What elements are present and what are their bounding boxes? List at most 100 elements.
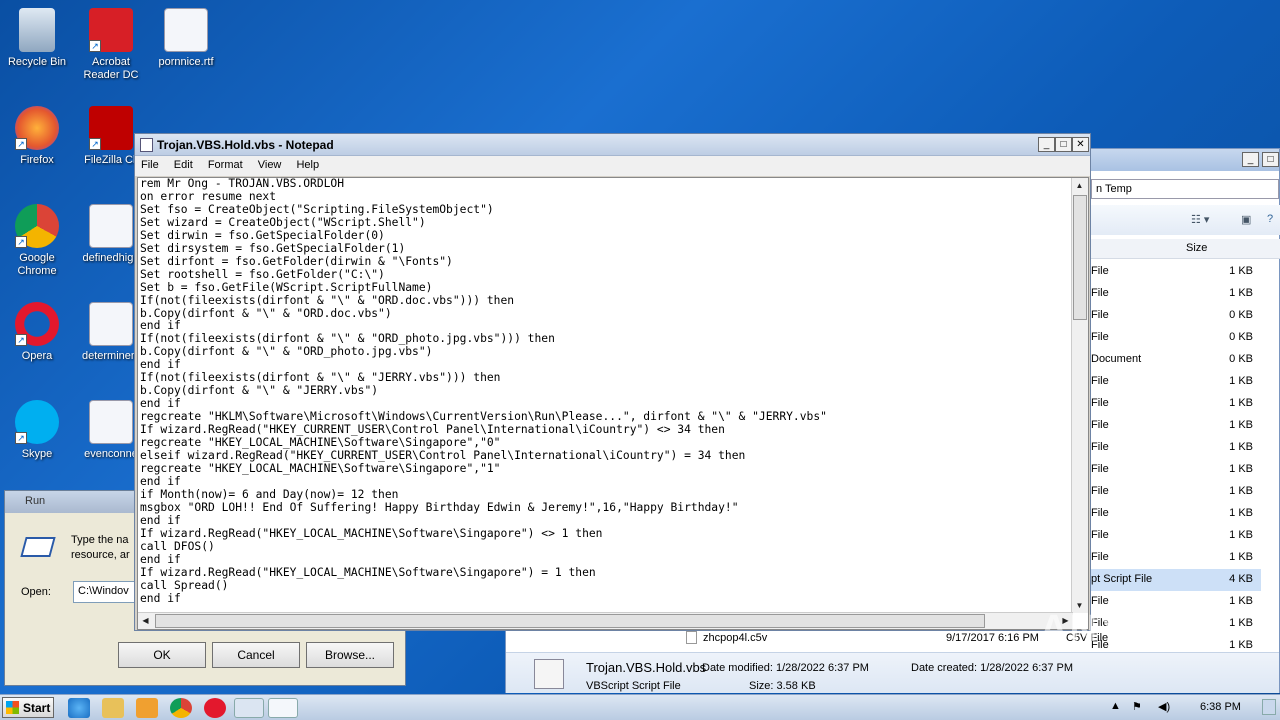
row-size: 1 KB bbox=[1229, 507, 1253, 519]
row-size: 1 KB bbox=[1229, 287, 1253, 299]
row-size: 1 KB bbox=[1229, 485, 1253, 497]
menu-file[interactable]: File bbox=[141, 159, 159, 171]
script-content: rem Mr Ong - TROJAN.VBS.ORDLOH on error … bbox=[140, 177, 827, 605]
details-name: Trojan.VBS.Hold.vbs bbox=[586, 660, 707, 675]
chrome-icon: ↗ bbox=[15, 204, 59, 248]
minimize-button[interactable]: _ bbox=[1242, 152, 1259, 167]
row-type: File bbox=[1091, 529, 1109, 541]
menu-view[interactable]: View bbox=[258, 159, 282, 171]
maximize-button[interactable]: □ bbox=[1055, 137, 1072, 152]
opera-icon: ↗ bbox=[15, 302, 59, 346]
explorer-row[interactable]: File 1 KB bbox=[1091, 415, 1261, 437]
tray-show-hidden-icon[interactable]: ▲ bbox=[1110, 700, 1121, 712]
vertical-scrollbar[interactable]: ▲ ▼ bbox=[1071, 178, 1088, 613]
scroll-left-arrow-icon[interactable]: ◀ bbox=[138, 613, 153, 628]
row-size: 4 KB bbox=[1229, 573, 1253, 585]
horizontal-scrollbar[interactable]: ◀ ▶ bbox=[138, 612, 1073, 629]
ie-icon[interactable] bbox=[68, 698, 90, 718]
explorer-row[interactable]: File 1 KB bbox=[1091, 503, 1261, 525]
explorer-row[interactable]: File 1 KB bbox=[1091, 437, 1261, 459]
explorer-row[interactable]: File 1 KB bbox=[1091, 261, 1261, 283]
desktop-icon-chrome[interactable]: ↗ Google Chrome bbox=[0, 204, 74, 278]
row-type: File bbox=[1091, 397, 1109, 409]
explorer-row[interactable]: File 1 KB bbox=[1091, 525, 1261, 547]
notepad-title: Trojan.VBS.Hold.vbs - Notepad bbox=[157, 138, 334, 152]
details-size: Size: 3.58 KB bbox=[749, 680, 816, 692]
file-date: 9/17/2017 6:16 PM bbox=[946, 632, 1039, 644]
row-size: 1 KB bbox=[1229, 397, 1253, 409]
explorer-row[interactable]: File 1 KB bbox=[1091, 481, 1261, 503]
row-size: 1 KB bbox=[1229, 441, 1253, 453]
shortcut-arrow-icon: ↗ bbox=[15, 334, 27, 346]
open-label: Open: bbox=[21, 586, 51, 598]
close-button[interactable]: ✕ bbox=[1072, 137, 1089, 152]
explorer-row[interactable]: pt Script File 4 KB bbox=[1091, 569, 1261, 591]
explorer-row[interactable]: File 1 KB bbox=[1091, 371, 1261, 393]
media-player-icon[interactable] bbox=[136, 698, 158, 718]
row-size: 0 KB bbox=[1229, 309, 1253, 321]
network-icon[interactable]: ⚑ bbox=[1132, 700, 1142, 713]
explorer-row[interactable]: File 0 KB bbox=[1091, 305, 1261, 327]
file-icon bbox=[686, 631, 697, 644]
menu-format[interactable]: Format bbox=[208, 159, 243, 171]
word-document-icon bbox=[164, 8, 208, 52]
explorer-row[interactable]: File 1 KB bbox=[1091, 283, 1261, 305]
skype-icon: ↗ bbox=[15, 400, 59, 444]
preview-pane-icon[interactable]: ▣ bbox=[1241, 213, 1251, 226]
row-type: File bbox=[1091, 551, 1109, 563]
explorer-row[interactable]: File 0 KB bbox=[1091, 327, 1261, 349]
desktop-icon-skype[interactable]: ↗ Skype bbox=[0, 400, 74, 461]
explorer-row[interactable]: Document 0 KB bbox=[1091, 349, 1261, 371]
column-size[interactable]: Size bbox=[1186, 242, 1207, 254]
desktop-icon-pornnice[interactable]: pornnice.rtf bbox=[149, 8, 223, 69]
horizontal-scroll-thumb[interactable] bbox=[155, 614, 985, 628]
row-type: File bbox=[1091, 441, 1109, 453]
notepad-text-area[interactable]: rem Mr Ong - TROJAN.VBS.ORDLOH on error … bbox=[137, 177, 1089, 630]
volume-icon[interactable]: ◀) bbox=[1158, 700, 1170, 713]
view-options-icon[interactable]: ☷ ▾ bbox=[1191, 213, 1209, 226]
word-document-icon bbox=[89, 204, 133, 248]
row-size: 1 KB bbox=[1229, 595, 1253, 607]
row-size: 0 KB bbox=[1229, 353, 1253, 365]
maximize-button[interactable]: □ bbox=[1262, 152, 1279, 167]
explorer-address-bar[interactable]: n Temp bbox=[1091, 179, 1279, 199]
explorer-row[interactable]: File 1 KB bbox=[1091, 393, 1261, 415]
menu-edit[interactable]: Edit bbox=[174, 159, 193, 171]
run-taskbar-icon[interactable] bbox=[234, 698, 264, 718]
start-button[interactable]: Start bbox=[2, 697, 54, 718]
vertical-scroll-thumb[interactable] bbox=[1073, 195, 1087, 320]
desktop-icon-acrobat[interactable]: ↗ Acrobat Reader DC bbox=[74, 8, 148, 82]
word-document-icon bbox=[89, 302, 133, 346]
desktop-icon-label: Google Chrome bbox=[17, 252, 57, 277]
desktop-icon-opera[interactable]: ↗ Opera bbox=[0, 302, 74, 363]
chrome-icon[interactable] bbox=[170, 698, 192, 718]
minimize-button[interactable]: _ bbox=[1038, 137, 1055, 152]
desktop-icon-firefox[interactable]: ↗ Firefox bbox=[0, 106, 74, 167]
explorer-row[interactable]: File 1 KB bbox=[1091, 547, 1261, 569]
row-size: 1 KB bbox=[1229, 375, 1253, 387]
scroll-up-arrow-icon[interactable]: ▲ bbox=[1072, 178, 1087, 193]
desktop-icon-recycle-bin[interactable]: Recycle Bin bbox=[0, 8, 74, 69]
open-input[interactable]: C:\Windov bbox=[73, 581, 143, 603]
notepad-menubar: File Edit Format View Help bbox=[135, 156, 1090, 176]
notepad-taskbar-icon[interactable] bbox=[268, 698, 298, 718]
row-type: File bbox=[1091, 463, 1109, 475]
desktop-icon-label: Firefox bbox=[20, 154, 54, 166]
menu-help[interactable]: Help bbox=[296, 159, 319, 171]
cancel-button[interactable]: Cancel bbox=[212, 642, 300, 668]
show-desktop-button[interactable] bbox=[1262, 699, 1276, 715]
desktop-icon-label: Recycle Bin bbox=[7, 56, 67, 68]
explorer-row[interactable]: File 1 KB bbox=[1091, 459, 1261, 481]
desktop-icon-label: pornnice.rtf bbox=[158, 56, 214, 68]
clock[interactable]: 6:38 PM bbox=[1200, 701, 1241, 713]
row-type: File bbox=[1091, 287, 1109, 299]
opera-icon[interactable] bbox=[204, 698, 226, 718]
shortcut-arrow-icon: ↗ bbox=[15, 432, 27, 444]
browse-button[interactable]: Browse... bbox=[306, 642, 394, 668]
explorer-icon[interactable] bbox=[102, 698, 124, 718]
help-icon[interactable]: ? bbox=[1267, 213, 1273, 225]
row-size: 0 KB bbox=[1229, 331, 1253, 343]
row-size: 1 KB bbox=[1229, 529, 1253, 541]
explorer-toolbar: ☷ ▾ ▣ ? bbox=[1091, 205, 1280, 235]
ok-button[interactable]: OK bbox=[118, 642, 206, 668]
